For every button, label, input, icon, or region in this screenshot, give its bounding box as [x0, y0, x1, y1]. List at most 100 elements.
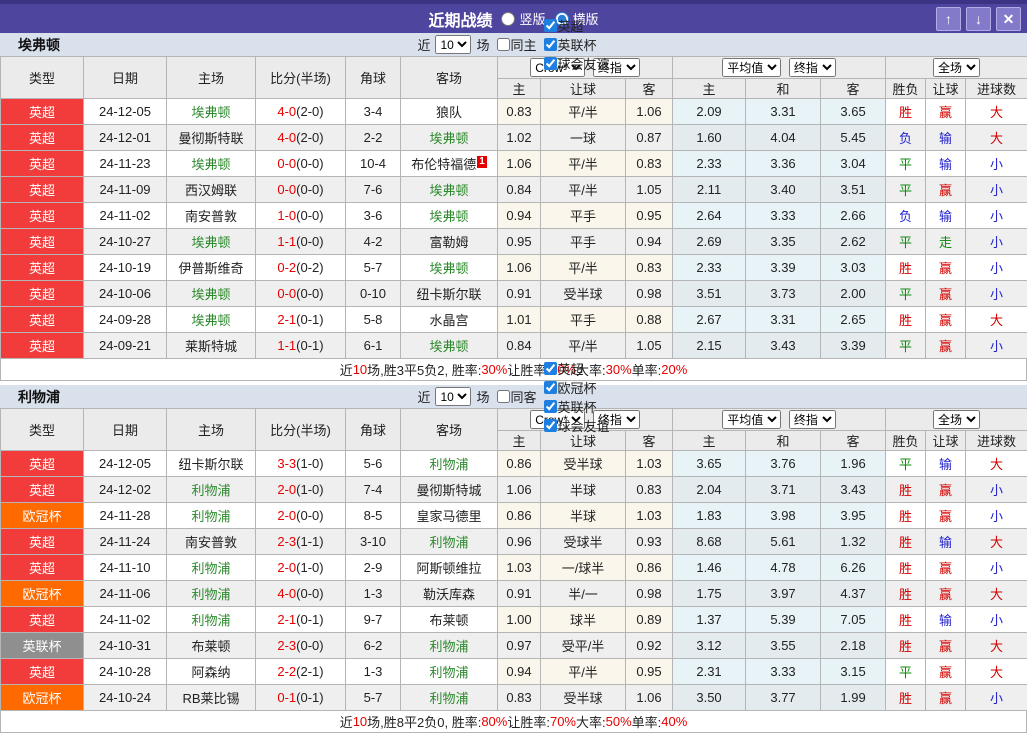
team-section: 埃弗顿 近 10 场 同主 英超英联杯球会友谊 类型 [0, 33, 1027, 385]
handicap-home-odds: 0.94 [498, 659, 541, 685]
score-cell: 0-0(0-0) [256, 151, 346, 177]
europe-away-odds: 3.03 [821, 255, 886, 281]
competition-badge: 英超 [1, 555, 84, 581]
competition-badge: 英超 [1, 99, 84, 125]
europe-avg-select[interactable]: 平均值 [722, 58, 781, 77]
result-goals: 大 [966, 633, 1027, 659]
away-team: 利物浦 [401, 633, 498, 659]
home-team: 埃弗顿 [167, 281, 256, 307]
league-checkbox-英联杯[interactable]: 英联杯 [539, 397, 610, 416]
league-checkbox-英超[interactable]: 英超 [539, 16, 610, 35]
europe-draw-odds: 5.39 [746, 607, 821, 633]
competition-badge: 欧冠杯 [1, 581, 84, 607]
away-team: 阿斯顿维拉 [401, 555, 498, 581]
result-goals: 小 [966, 477, 1027, 503]
europe-home-odds: 2.69 [673, 229, 746, 255]
sub-goals-result: 进球数 [966, 79, 1027, 99]
europe-draw-odds: 3.40 [746, 177, 821, 203]
match-date: 24-11-06 [84, 581, 167, 607]
full-score: 0-2 [277, 260, 296, 275]
europe-away-odds: 1.32 [821, 529, 886, 555]
summary-text: 近 [340, 712, 353, 731]
corner-count: 5-7 [346, 685, 401, 711]
league-checkbox-英联杯[interactable]: 英联杯 [539, 35, 610, 54]
league-checkbox-input[interactable] [544, 57, 557, 70]
scope-select[interactable]: 全场 [933, 58, 980, 77]
same-venue-checkbox[interactable]: 同主 [492, 35, 537, 54]
away-team: 埃弗顿 [401, 203, 498, 229]
handicap-line: 受半球 [541, 685, 626, 711]
away-team: 埃弗顿 [401, 177, 498, 203]
half-score: (0-0) [296, 234, 323, 249]
home-team: 纽卡斯尔联 [167, 451, 256, 477]
handicap-line: 平/半 [541, 99, 626, 125]
full-score: 4-0 [277, 104, 296, 119]
result-handicap: 输 [926, 529, 966, 555]
result-outcome: 胜 [886, 477, 926, 503]
team-section: 利物浦 近 10 场 同客 英超欧冠杯英联杯球会友谊 类型 [0, 385, 1027, 737]
handicap-home-odds: 1.03 [498, 555, 541, 581]
europe-avg-select[interactable]: 平均值 [722, 410, 781, 429]
match-count-select[interactable]: 10 [435, 35, 471, 54]
score-cell: 0-1(0-1) [256, 685, 346, 711]
league-checkbox-球会友谊[interactable]: 球会友谊 [539, 416, 610, 435]
handicap-home-odds: 0.97 [498, 633, 541, 659]
europe-home-odds: 3.51 [673, 281, 746, 307]
match-date: 24-11-02 [84, 203, 167, 229]
result-outcome: 胜 [886, 99, 926, 125]
sub-europe-draw: 和 [746, 79, 821, 99]
result-handicap: 赢 [926, 659, 966, 685]
full-score: 0-0 [277, 286, 296, 301]
home-team: 利物浦 [167, 555, 256, 581]
league-checkbox-球会友谊[interactable]: 球会友谊 [539, 54, 610, 73]
league-checkbox-英超[interactable]: 英超 [539, 359, 610, 378]
same-venue-checkbox[interactable]: 同客 [492, 387, 537, 406]
match-date: 24-11-10 [84, 555, 167, 581]
col-score: 比分(半场) [256, 57, 346, 99]
sections-container: 埃弗顿 近 10 场 同主 英超英联杯球会友谊 类型 [0, 33, 1027, 737]
europe-time-select[interactable]: 终指 [789, 58, 836, 77]
league-checkbox-欧冠杯[interactable]: 欧冠杯 [539, 378, 610, 397]
same-venue-checkbox-input[interactable] [497, 390, 510, 403]
col-score: 比分(半场) [256, 409, 346, 451]
league-checkbox-input[interactable] [544, 19, 557, 32]
summary-text: 让胜率: [507, 712, 550, 731]
handicap-line: 一球 [541, 125, 626, 151]
europe-away-odds: 3.95 [821, 503, 886, 529]
same-venue-checkbox-input[interactable] [497, 38, 510, 51]
europe-away-odds: 3.43 [821, 477, 886, 503]
match-count-select[interactable]: 10 [435, 387, 471, 406]
home-team: 布莱顿 [167, 633, 256, 659]
league-checkbox-input[interactable] [544, 400, 557, 413]
europe-draw-odds: 3.97 [746, 581, 821, 607]
europe-away-odds: 6.26 [821, 555, 886, 581]
summary-text: 10 [353, 362, 367, 377]
filter-controls: 近 10 场 同客 英超欧冠杯英联杯球会友谊 [417, 359, 609, 435]
score-cell: 2-0(1-0) [256, 477, 346, 503]
score-cell: 0-0(0-0) [256, 281, 346, 307]
section-gap [0, 733, 1027, 737]
europe-draw-odds: 3.33 [746, 203, 821, 229]
corner-count: 3-6 [346, 203, 401, 229]
sub-europe-home: 主 [673, 79, 746, 99]
league-checkbox-input[interactable] [544, 38, 557, 51]
europe-time-select[interactable]: 终指 [789, 410, 836, 429]
away-team: 勒沃库森 [401, 581, 498, 607]
move-up-button[interactable]: ↑ [936, 7, 961, 31]
summary-text: 70% [550, 714, 576, 729]
away-team: 利物浦 [401, 529, 498, 555]
europe-away-odds: 2.00 [821, 281, 886, 307]
summary-text: 50% [606, 714, 632, 729]
scope-select[interactable]: 全场 [933, 410, 980, 429]
move-down-button[interactable]: ↓ [966, 7, 991, 31]
europe-home-odds: 2.04 [673, 477, 746, 503]
league-checkbox-input[interactable] [544, 381, 557, 394]
league-label: 球会友谊 [558, 54, 610, 73]
handicap-home-odds: 1.06 [498, 151, 541, 177]
near-label: 近 [417, 35, 430, 54]
close-button[interactable]: ✕ [996, 7, 1021, 31]
league-checkbox-input[interactable] [544, 419, 557, 432]
league-checkbox-input[interactable] [544, 362, 557, 375]
match-row: 英超24-11-24南安普敦2-3(1-1)3-10利物浦0.96受球半0.93… [1, 529, 1027, 555]
result-handicap: 赢 [926, 555, 966, 581]
